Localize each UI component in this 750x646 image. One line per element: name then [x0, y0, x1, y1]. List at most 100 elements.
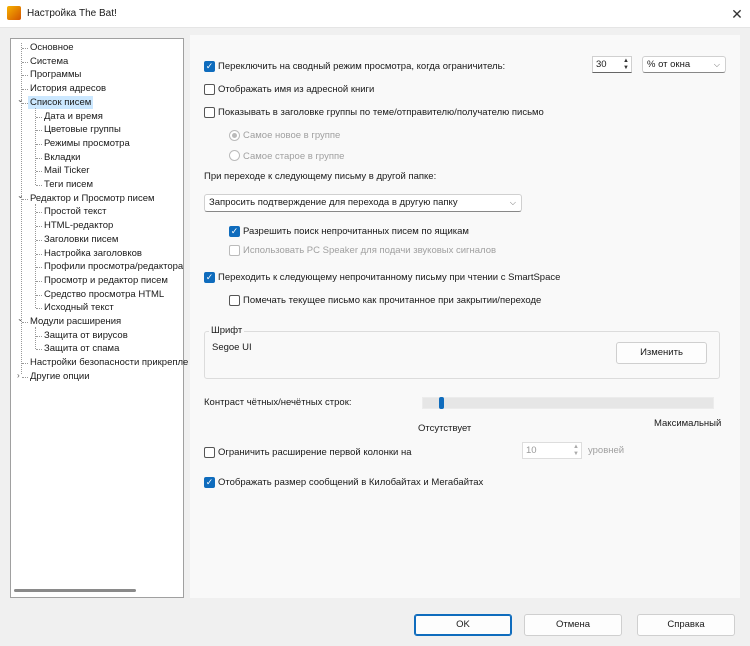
tree-item[interactable]: Настройка заголовков: [44, 247, 142, 260]
ok-button[interactable]: OK: [414, 614, 512, 636]
contrast-max-label: Максимальный: [654, 418, 722, 429]
show-size-label: Отображать размер сообщений в Килобайтах…: [218, 477, 484, 488]
spin-arrows-icon[interactable]: ▲ ▼: [623, 58, 629, 72]
tree-connector: [22, 376, 28, 378]
mark-read-checkbox[interactable]: [229, 295, 240, 306]
tree-connector: [36, 294, 42, 296]
tree-connector: [36, 335, 42, 337]
tree-connector: [35, 327, 36, 350]
collapse-chevron-icon[interactable]: ›: [17, 371, 20, 380]
oldest-radio[interactable]: [229, 150, 240, 161]
tree-connector: [36, 349, 42, 351]
tree-item[interactable]: Настройки безопасности прикрепле: [30, 356, 188, 369]
next-folder-select[interactable]: Запросить подтверждение для перехода в д…: [204, 194, 522, 212]
show-size-checkbox[interactable]: ✓: [204, 477, 215, 488]
chevron-down-icon: ⌵: [713, 60, 720, 69]
tree-item[interactable]: HTML-редактор: [44, 219, 113, 232]
search-unread-label: Разрешить поиск непрочитанных писем по я…: [243, 226, 469, 237]
tree-item[interactable]: Средство просмотра HTML: [44, 288, 164, 301]
chevron-down-icon: ⌵: [509, 198, 516, 207]
summary-mode-checkbox[interactable]: ✓: [204, 61, 215, 72]
contrast-slider-track[interactable]: [422, 397, 714, 409]
tree-connector: [22, 363, 28, 365]
limit-column-value: 10: [526, 445, 537, 456]
tree-connector: [35, 107, 36, 185]
tree-item[interactable]: Редактор и Просмотр писем: [30, 192, 155, 205]
limit-column-label: Ограничить расширение первой колонки на: [218, 447, 412, 458]
tree-item[interactable]: Исходный текст: [44, 301, 114, 314]
addressbook-name-checkbox[interactable]: [204, 84, 215, 95]
tree-connector: [36, 130, 42, 132]
tree-connector: [36, 116, 42, 118]
tree-item[interactable]: Цветовые группы: [44, 123, 121, 136]
change-font-button[interactable]: Изменить: [616, 342, 707, 364]
app-icon: [7, 6, 21, 20]
settings-tree[interactable]: Основное Система Программы История адресов С…: [10, 38, 188, 598]
tree-connector: [22, 75, 28, 77]
tree-connector: [36, 143, 42, 145]
group-header-checkbox[interactable]: [204, 107, 215, 118]
tree-item[interactable]: Защита от спама: [44, 342, 119, 355]
tree-connector: [36, 226, 42, 228]
summary-mode-value: 30: [596, 59, 607, 70]
search-unread-checkbox[interactable]: ✓: [229, 226, 240, 237]
mark-read-label: Помечать текущее письмо как прочитанное …: [243, 295, 542, 306]
newest-radio-label: Самое новое в группе: [243, 130, 341, 141]
tree-connector: [36, 253, 42, 255]
pc-speaker-checkbox[interactable]: [229, 245, 240, 256]
tree-connector: [36, 280, 42, 282]
close-icon[interactable]: ✕: [727, 4, 747, 24]
tree-item[interactable]: Вкладки: [44, 151, 80, 164]
contrast-min-label: Отсутствует: [418, 423, 472, 434]
tree-item[interactable]: Режимы просмотра: [44, 137, 130, 150]
tree-item[interactable]: Другие опции: [30, 370, 90, 383]
tree-connector: [22, 61, 28, 63]
smartspace-label: Переходить к следующему непрочитанному п…: [218, 272, 561, 283]
summary-mode-spinner[interactable]: 30 ▲ ▼: [592, 56, 632, 73]
tree-item[interactable]: Основное: [30, 41, 74, 54]
settings-panel: [190, 35, 740, 598]
smartspace-checkbox[interactable]: ✓: [204, 272, 215, 283]
summary-unit-value: % от окна: [647, 59, 691, 70]
tree-item[interactable]: Заголовки писем: [44, 233, 118, 246]
tree-connector: [36, 308, 42, 310]
tree-item[interactable]: История адресов: [30, 82, 106, 95]
tree-item[interactable]: Список писем: [28, 95, 94, 109]
help-button[interactable]: Справка: [637, 614, 735, 636]
cancel-button[interactable]: Отмена: [524, 614, 622, 636]
tree-item[interactable]: Mail Ticker: [44, 164, 89, 177]
title-bar: Настройка The Bat! ✕: [0, 0, 750, 28]
contrast-label: Контраст чётных/нечётных строк:: [204, 397, 352, 408]
tree-connector: [36, 171, 42, 173]
tree-item[interactable]: Просмотр и редактор писем: [44, 274, 168, 287]
tree-connector: [36, 267, 42, 269]
tree-connector: [36, 157, 42, 159]
pc-speaker-label: Использовать PC Speaker для подачи звуко…: [243, 245, 497, 256]
summary-unit-select[interactable]: % от окна ⌵: [642, 56, 726, 73]
limit-column-spinner[interactable]: 10 ▲ ▼: [522, 442, 582, 459]
tree-item[interactable]: Защита от вирусов: [44, 329, 128, 342]
tree-item[interactable]: Дата и время: [44, 110, 103, 123]
tree-item[interactable]: Модули расширения: [30, 315, 121, 328]
tree-item[interactable]: Профили просмотра/редактора: [44, 260, 183, 273]
tree-item[interactable]: Простой текст: [44, 205, 107, 218]
newest-radio[interactable]: [229, 130, 240, 141]
next-folder-label: При переходе к следующему письму в друго…: [204, 171, 437, 182]
addressbook-name-label: Отображать имя из адресной книги: [218, 84, 375, 95]
tree-connector: [36, 212, 42, 214]
tree-connector: [22, 48, 28, 49]
tree-connector: [35, 203, 36, 309]
tree-item[interactable]: Программы: [30, 68, 81, 81]
tree-item[interactable]: Система: [30, 55, 68, 68]
oldest-radio-label: Самое старое в группе: [243, 151, 345, 162]
next-folder-value: Запросить подтверждение для перехода в д…: [209, 197, 458, 208]
window-title: Настройка The Bat!: [27, 8, 117, 19]
limit-column-checkbox[interactable]: [204, 447, 215, 458]
tree-connector: [21, 43, 22, 374]
tree-connector: [22, 89, 28, 91]
tree-item[interactable]: Теги писем: [44, 178, 93, 191]
group-header-label: Показывать в заголовке группы по теме/от…: [218, 107, 544, 118]
spin-arrows-icon[interactable]: ▲ ▼: [573, 444, 579, 458]
tree-horizontal-scrollbar[interactable]: [14, 589, 136, 592]
contrast-slider-thumb[interactable]: [439, 397, 444, 409]
